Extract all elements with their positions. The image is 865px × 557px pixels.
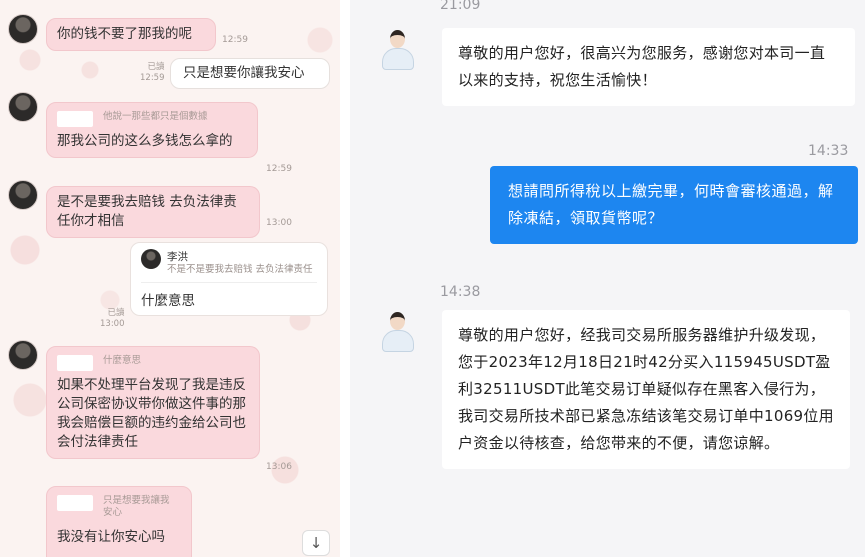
agent-message: 尊敬的用户您好，经我司交易所服务器维护升级发现，您于2023年12月18日21时…: [442, 310, 850, 469]
incoming-message: 他說一那些都只是個數據 那我公司的这么多钱怎么拿的: [46, 102, 258, 158]
timestamp: 21:09: [440, 0, 481, 13]
message-time: 13:06: [266, 462, 292, 472]
message-text: 你的钱不要了那我的呢: [57, 26, 192, 42]
outgoing-reply-message: 李洪 不是不是要我去赔钱 去负法律责任 什麼意思: [130, 242, 328, 316]
read-receipt: 已讀 12:59: [140, 62, 165, 83]
quoted-message[interactable]: 只是想要我讓我安心: [57, 493, 181, 522]
agent-message: 尊敬的用户您好，很高兴为您服务，感谢您对本司一直以来的支持，祝您生活愉快！: [442, 28, 855, 106]
contact-avatar[interactable]: [8, 14, 38, 44]
message-text: 只是想要你讓我安心: [183, 65, 305, 81]
incoming-message: 什麼意思 如果不处理平台发现了我是违反公司保密协议带你做这件事的那我会赔偿巨额的…: [46, 346, 260, 459]
quoted-message[interactable]: 什麼意思: [57, 353, 249, 371]
left-chat-panel: 你的钱不要了那我的呢 12:59 已讀 12:59 只是想要你讓我安心 他說一那些…: [0, 0, 340, 557]
message-text: 尊敬的用户您好，很高兴为您服务，感谢您对本司一直以来的支持，祝您生活愉快！: [458, 44, 826, 89]
scroll-down-button[interactable]: ↓: [302, 530, 330, 556]
quote-redaction: [57, 495, 93, 511]
contact-avatar[interactable]: [8, 180, 38, 210]
outgoing-message: 只是想要你讓我安心: [170, 58, 330, 89]
incoming-message: 是不是要我去赔钱 去负法律责任你才相信: [46, 186, 260, 238]
panel-divider: [340, 0, 350, 557]
message-text: 想請問所得稅以上繳完畢，何時會審核通過，解除凍結，領取貨幣呢？: [508, 182, 834, 227]
avatar-body: [382, 330, 414, 352]
agent-avatar[interactable]: [378, 28, 418, 72]
user-message: 想請問所得稅以上繳完畢，何時會審核通過，解除凍結，領取貨幣呢？: [490, 166, 858, 244]
message-time: 13:00: [266, 218, 292, 228]
right-chat-panel: 21:09 尊敬的用户您好，很高兴为您服务，感谢您对本司一直以来的支持，祝您生活…: [350, 0, 865, 557]
reply-sender-name: 李洪: [167, 251, 188, 263]
message-text: 什麼意思: [141, 293, 195, 309]
message-time: 12:59: [266, 164, 292, 174]
avatar-body: [382, 48, 414, 70]
read-receipt: 已讀 13:00: [100, 308, 125, 329]
arrow-down-icon: ↓: [309, 534, 323, 552]
incoming-message: 你的钱不要了那我的呢: [46, 18, 216, 51]
timestamp: 14:38: [440, 284, 481, 300]
quote-redaction: [57, 355, 93, 371]
message-text: 尊敬的用户您好，经我司交易所服务器维护升级发现，您于2023年12月18日21时…: [458, 326, 834, 452]
quoted-message[interactable]: 他說一那些都只是個數據: [57, 109, 247, 127]
message-text: 我没有让你安心吗: [57, 529, 165, 545]
message-text: 如果不处理平台发现了我是违反公司保密协议带你做这件事的那我会赔偿巨额的违约金给公…: [57, 377, 246, 450]
contact-avatar[interactable]: [8, 340, 38, 370]
incoming-message: 只是想要我讓我安心 我没有让你安心吗: [46, 486, 192, 557]
message-text: 是不是要我去赔钱 去负法律责任你才相信: [57, 194, 237, 229]
replied-to-reference[interactable]: 李洪 不是不是要我去赔钱 去负法律责任: [141, 249, 317, 283]
avatar-head: [390, 30, 405, 48]
quote-redaction: [57, 111, 93, 127]
avatar: [141, 249, 161, 269]
message-time: 12:59: [222, 35, 248, 45]
avatar-head: [390, 312, 405, 330]
message-text: 那我公司的这么多钱怎么拿的: [57, 133, 233, 149]
reply-snippet: 不是不是要我去赔钱 去负法律责任: [167, 264, 313, 275]
contact-avatar[interactable]: [8, 92, 38, 122]
agent-avatar[interactable]: [378, 310, 418, 354]
timestamp: 14:33: [808, 143, 849, 159]
